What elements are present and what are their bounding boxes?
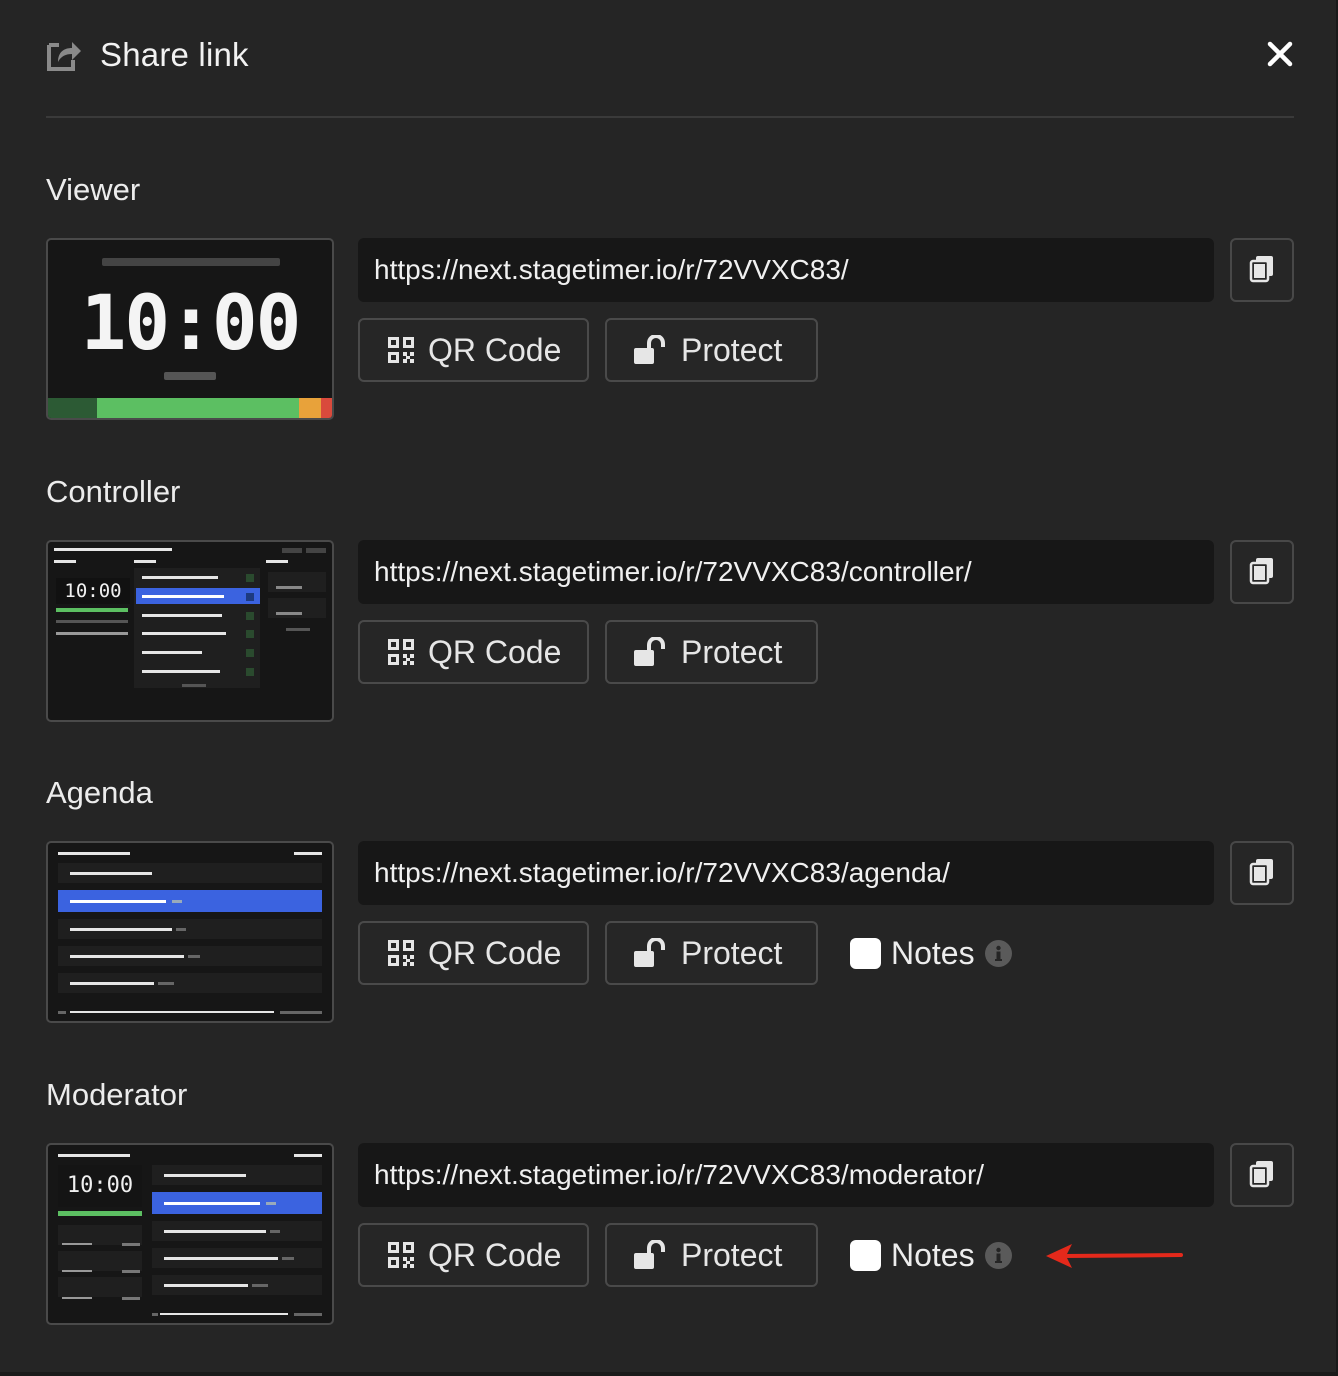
agenda-protect-button[interactable]: Protect — [605, 921, 818, 985]
protect-label: Protect — [681, 633, 783, 670]
unlock-icon — [633, 335, 667, 365]
copy-icon — [1247, 856, 1277, 891]
qr-code-label: QR Code — [428, 1236, 562, 1273]
agenda-preview — [46, 841, 334, 1023]
copy-icon — [1247, 1158, 1277, 1193]
controller-preview: 10:00 — [46, 540, 334, 722]
agenda-qr-code-button[interactable]: QR Code — [358, 921, 589, 985]
section-label-controller: Controller — [46, 474, 181, 509]
notes-label[interactable]: Notes — [891, 935, 975, 972]
qr-code-icon — [388, 337, 414, 363]
close-icon[interactable] — [1266, 40, 1294, 68]
moderator-notes-toggle: Notes — [850, 1223, 1012, 1287]
preview-timer: 10:00 — [58, 1165, 142, 1207]
qr-code-label: QR Code — [428, 934, 562, 971]
dialog-title: Share link — [100, 36, 249, 73]
qr-code-icon — [388, 639, 414, 665]
unlock-icon — [633, 938, 667, 968]
preview-timer: 10:00 — [56, 578, 130, 604]
copy-icon — [1247, 253, 1277, 288]
preview-progress-bar — [48, 398, 332, 418]
moderator-url-field[interactable]: https://next.stagetimer.io/r/72VVXC83/mo… — [358, 1143, 1214, 1207]
moderator-copy-button[interactable] — [1230, 1143, 1294, 1207]
protect-label: Protect — [681, 331, 783, 368]
agenda-notes-checkbox[interactable] — [850, 937, 881, 969]
info-icon[interactable] — [984, 939, 1012, 967]
header-divider — [46, 116, 1294, 118]
annotation-arrow-icon — [1044, 1240, 1184, 1272]
viewer-protect-button[interactable]: Protect — [605, 318, 818, 382]
controller-copy-button[interactable] — [1230, 540, 1294, 604]
protect-label: Protect — [681, 1236, 783, 1273]
viewer-qr-code-button[interactable]: QR Code — [358, 318, 589, 382]
qr-code-label: QR Code — [428, 633, 562, 670]
notes-label[interactable]: Notes — [891, 1237, 975, 1274]
viewer-preview: 10:00 — [46, 238, 334, 420]
moderator-preview: 10:00 — [46, 1143, 334, 1325]
unlock-icon — [633, 637, 667, 667]
moderator-protect-button[interactable]: Protect — [605, 1223, 818, 1287]
section-label-viewer: Viewer — [46, 172, 141, 207]
dialog-header: Share link — [46, 28, 1294, 88]
moderator-qr-code-button[interactable]: QR Code — [358, 1223, 589, 1287]
info-icon[interactable] — [984, 1241, 1012, 1269]
agenda-url-field[interactable]: https://next.stagetimer.io/r/72VVXC83/ag… — [358, 841, 1214, 905]
section-label-moderator: Moderator — [46, 1077, 188, 1112]
copy-icon — [1247, 555, 1277, 590]
section-label-agenda: Agenda — [46, 775, 153, 810]
agenda-copy-button[interactable] — [1230, 841, 1294, 905]
controller-protect-button[interactable]: Protect — [605, 620, 818, 684]
qr-code-icon — [388, 1242, 414, 1268]
controller-url-field[interactable]: https://next.stagetimer.io/r/72VVXC83/co… — [358, 540, 1214, 604]
protect-label: Protect — [681, 934, 783, 971]
preview-subtitle-bar — [164, 372, 216, 380]
preview-title-bar — [102, 258, 280, 266]
share-icon — [46, 38, 82, 72]
viewer-url-field[interactable]: https://next.stagetimer.io/r/72VVXC83/ — [358, 238, 1214, 302]
controller-qr-code-button[interactable]: QR Code — [358, 620, 589, 684]
moderator-notes-checkbox[interactable] — [850, 1239, 881, 1271]
share-link-dialog: Share link Viewer 10:00 https://next.sta… — [0, 0, 1336, 1372]
agenda-notes-toggle: Notes — [850, 921, 1012, 985]
preview-timer: 10:00 — [80, 278, 302, 367]
unlock-icon — [633, 1240, 667, 1270]
qr-code-label: QR Code — [428, 331, 562, 368]
qr-code-icon — [388, 940, 414, 966]
viewer-copy-button[interactable] — [1230, 238, 1294, 302]
